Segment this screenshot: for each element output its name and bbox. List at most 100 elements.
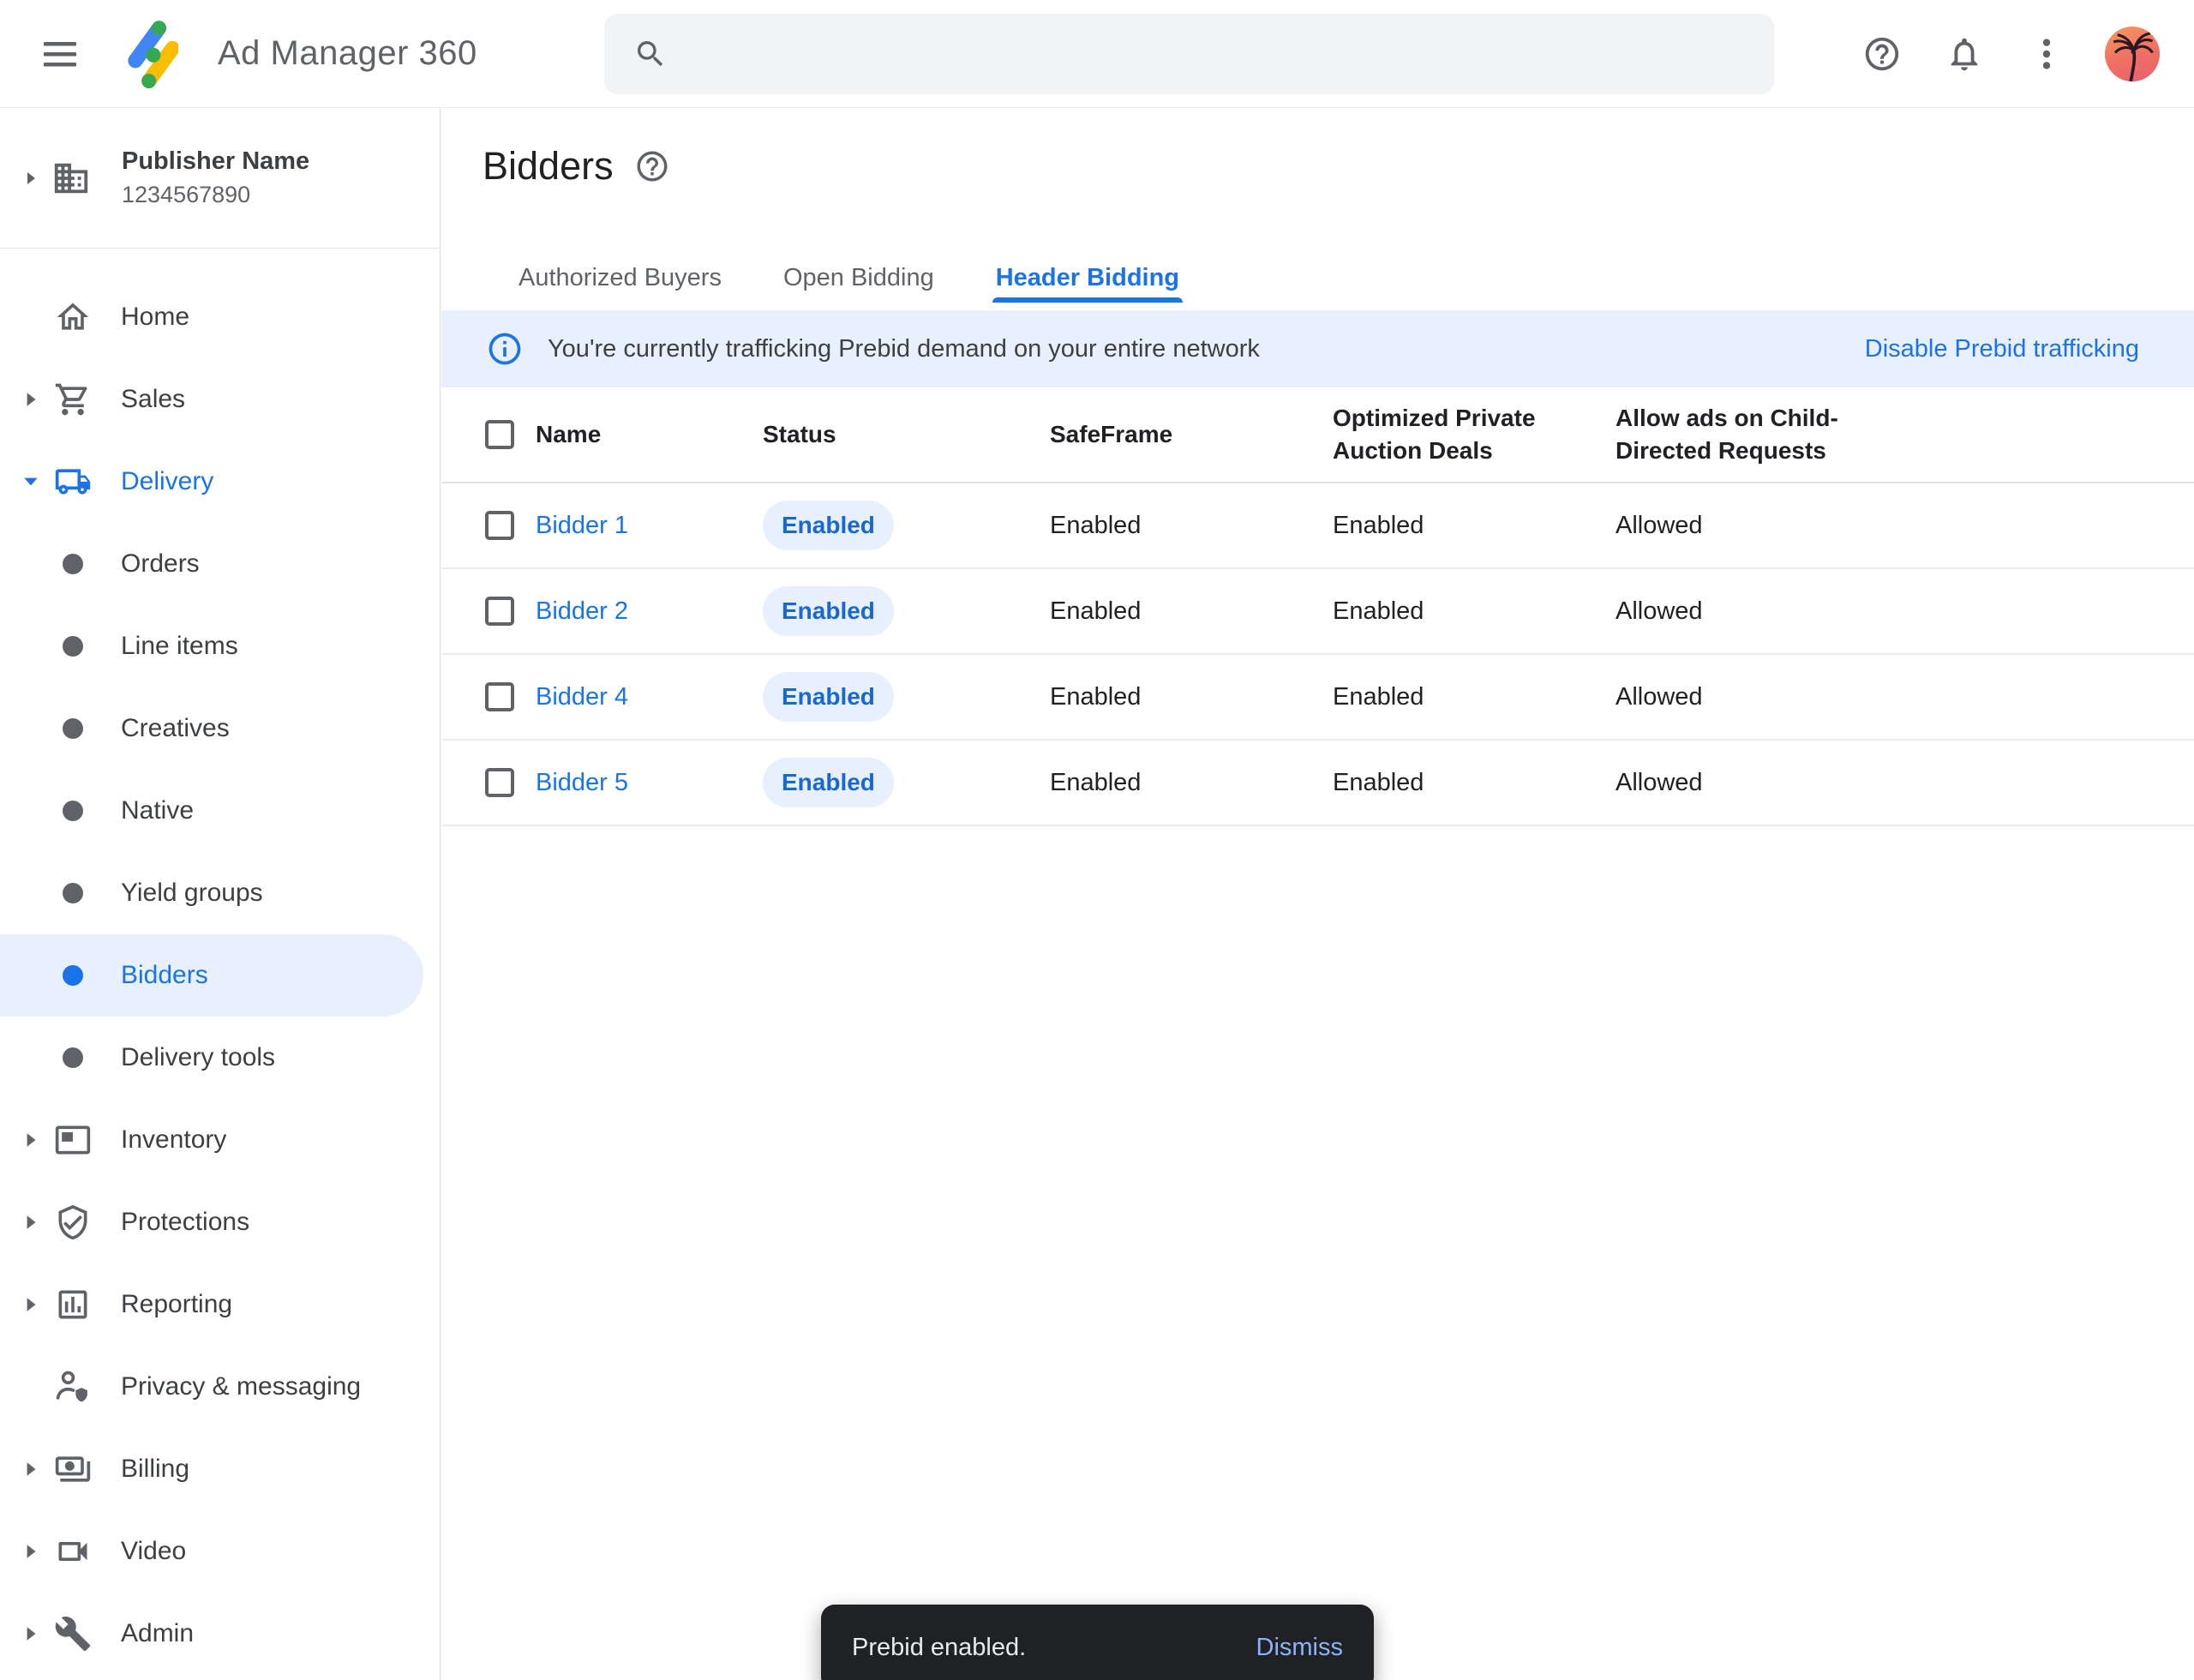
select-all-checkbox[interactable] [485, 420, 514, 449]
column-header-opad: Optimized Private Auction Deals [1333, 402, 1549, 467]
sidebar-item-video[interactable]: Video [0, 1510, 423, 1593]
notifications-button[interactable] [1940, 30, 1988, 78]
hamburger-menu-button[interactable] [29, 23, 91, 85]
bullet-icon [54, 792, 92, 830]
opad-cell: Enabled [1333, 512, 1616, 540]
status-badge: Enabled [763, 586, 894, 636]
sidebar-item-creatives[interactable]: Creatives [0, 687, 423, 770]
bullet-icon [54, 874, 92, 912]
banner-message: You're currently trafficking Prebid dema… [548, 335, 1260, 363]
table-row: Bidder 2 Enabled Enabled Enabled Allowed [441, 569, 2194, 655]
bidder-link[interactable]: Bidder 1 [536, 512, 628, 539]
table-row: Bidder 4 Enabled Enabled Enabled Allowed [441, 655, 2194, 741]
sidebar-item-sales[interactable]: Sales [0, 358, 423, 441]
bullet-icon [54, 710, 92, 747]
dismiss-button[interactable]: Dismiss [1256, 1634, 1344, 1662]
hamburger-icon [43, 40, 77, 68]
column-header-name: Name [536, 418, 763, 451]
ad-manager-logo [122, 18, 178, 90]
sidebar-item-native[interactable]: Native [0, 770, 423, 852]
arrow-right-icon [15, 390, 46, 409]
table-row: Bidder 5 Enabled Enabled Enabled Allowed [441, 741, 2194, 826]
sidebar-item-reporting[interactable]: Reporting [0, 1263, 423, 1346]
column-header-child-directed: Allow ads on Child-Directed Requests [1616, 402, 1864, 467]
bullet-icon [54, 1039, 92, 1077]
sidebar-item-delivery[interactable]: Delivery [0, 441, 423, 523]
arrow-right-icon [15, 170, 46, 187]
sidebar-item-admin[interactable]: Admin [0, 1593, 423, 1675]
payments-icon [54, 1450, 92, 1488]
row-checkbox[interactable] [485, 768, 514, 797]
row-checkbox[interactable] [485, 682, 514, 711]
inventory-icon [54, 1121, 92, 1159]
safeframe-cell: Enabled [1050, 512, 1333, 540]
search-icon [633, 37, 668, 71]
arrow-right-icon [15, 1131, 46, 1149]
global-search-bar[interactable] [604, 14, 1774, 94]
bullet-icon [54, 627, 92, 665]
row-checkbox[interactable] [485, 597, 514, 626]
tab-header-bidding[interactable]: Header Bidding [992, 253, 1183, 303]
tab-open-bidding[interactable]: Open Bidding [780, 253, 938, 303]
status-badge: Enabled [763, 672, 894, 722]
product-name: Ad Manager 360 [218, 34, 477, 73]
opad-cell: Enabled [1333, 683, 1616, 711]
sidebar-item-line-items[interactable]: Line items [0, 605, 423, 687]
help-icon [634, 148, 670, 184]
opad-cell: Enabled [1333, 769, 1616, 797]
status-badge: Enabled [763, 501, 894, 550]
sidebar-nav: Home Sales Delivery [0, 249, 440, 1675]
sidebar-item-inventory[interactable]: Inventory [0, 1099, 423, 1181]
sidebar-item-orders[interactable]: Orders [0, 523, 423, 605]
page-title: Bidders [483, 144, 614, 189]
publisher-name: Publisher Name [122, 147, 309, 176]
arrow-down-icon [15, 472, 46, 491]
tab-authorized-buyers[interactable]: Authorized Buyers [515, 253, 725, 303]
table-header-row: Name Status SafeFrame Optimized Private … [441, 387, 2194, 483]
top-bar-actions [1858, 0, 2194, 108]
child-directed-cell: Allowed [1616, 769, 2194, 797]
sidebar-item-protections[interactable]: Protections [0, 1181, 423, 1263]
prebid-info-banner: You're currently trafficking Prebid dema… [441, 310, 2194, 387]
sidebar-item-billing[interactable]: Billing [0, 1428, 423, 1510]
cart-icon [54, 381, 92, 418]
arrow-right-icon [15, 1213, 46, 1232]
bidder-link[interactable]: Bidder 5 [536, 769, 628, 796]
bidder-link[interactable]: Bidder 2 [536, 597, 628, 625]
more-options-button[interactable] [2023, 30, 2071, 78]
sidebar-item-bidders[interactable]: Bidders [0, 934, 423, 1017]
arrow-right-icon [15, 1295, 46, 1314]
search-input[interactable] [690, 14, 1774, 94]
child-directed-cell: Allowed [1616, 683, 2194, 711]
sidebar-item-delivery-tools[interactable]: Delivery tools [0, 1017, 423, 1099]
arrow-right-icon [15, 1624, 46, 1643]
child-directed-cell: Allowed [1616, 597, 2194, 626]
status-badge: Enabled [763, 758, 894, 807]
bar-chart-icon [54, 1286, 92, 1323]
bullet-icon [54, 545, 92, 583]
account-avatar[interactable] [2105, 27, 2160, 81]
home-icon [54, 298, 92, 336]
more-vert-icon [2027, 34, 2066, 74]
arrow-right-icon [15, 1460, 46, 1479]
sidebar-item-privacy-messaging[interactable]: Privacy & messaging [0, 1346, 423, 1428]
page-help-button[interactable] [634, 148, 670, 184]
bidders-table: Name Status SafeFrame Optimized Private … [441, 387, 2194, 826]
help-button[interactable] [1858, 30, 1906, 78]
videocam-icon [54, 1533, 92, 1570]
safeframe-cell: Enabled [1050, 769, 1333, 797]
bidders-tabs: Authorized Buyers Open Bidding Header Bi… [515, 253, 1183, 303]
bidder-link[interactable]: Bidder 4 [536, 683, 628, 711]
column-header-safeframe: SafeFrame [1050, 418, 1333, 451]
publisher-id: 1234567890 [122, 182, 309, 208]
arrow-right-icon [15, 1542, 46, 1561]
row-checkbox[interactable] [485, 511, 514, 540]
publisher-account-switcher[interactable]: Publisher Name 1234567890 [0, 108, 440, 249]
palm-tree-icon [2107, 32, 2157, 81]
sidebar-item-home[interactable]: Home [0, 276, 423, 358]
disable-prebid-trafficking-link[interactable]: Disable Prebid trafficking [1865, 335, 2139, 363]
table-row: Bidder 1 Enabled Enabled Enabled Allowed [441, 483, 2194, 569]
child-directed-cell: Allowed [1616, 512, 2194, 540]
help-icon [1862, 34, 1902, 74]
sidebar-item-yield-groups[interactable]: Yield groups [0, 852, 423, 934]
